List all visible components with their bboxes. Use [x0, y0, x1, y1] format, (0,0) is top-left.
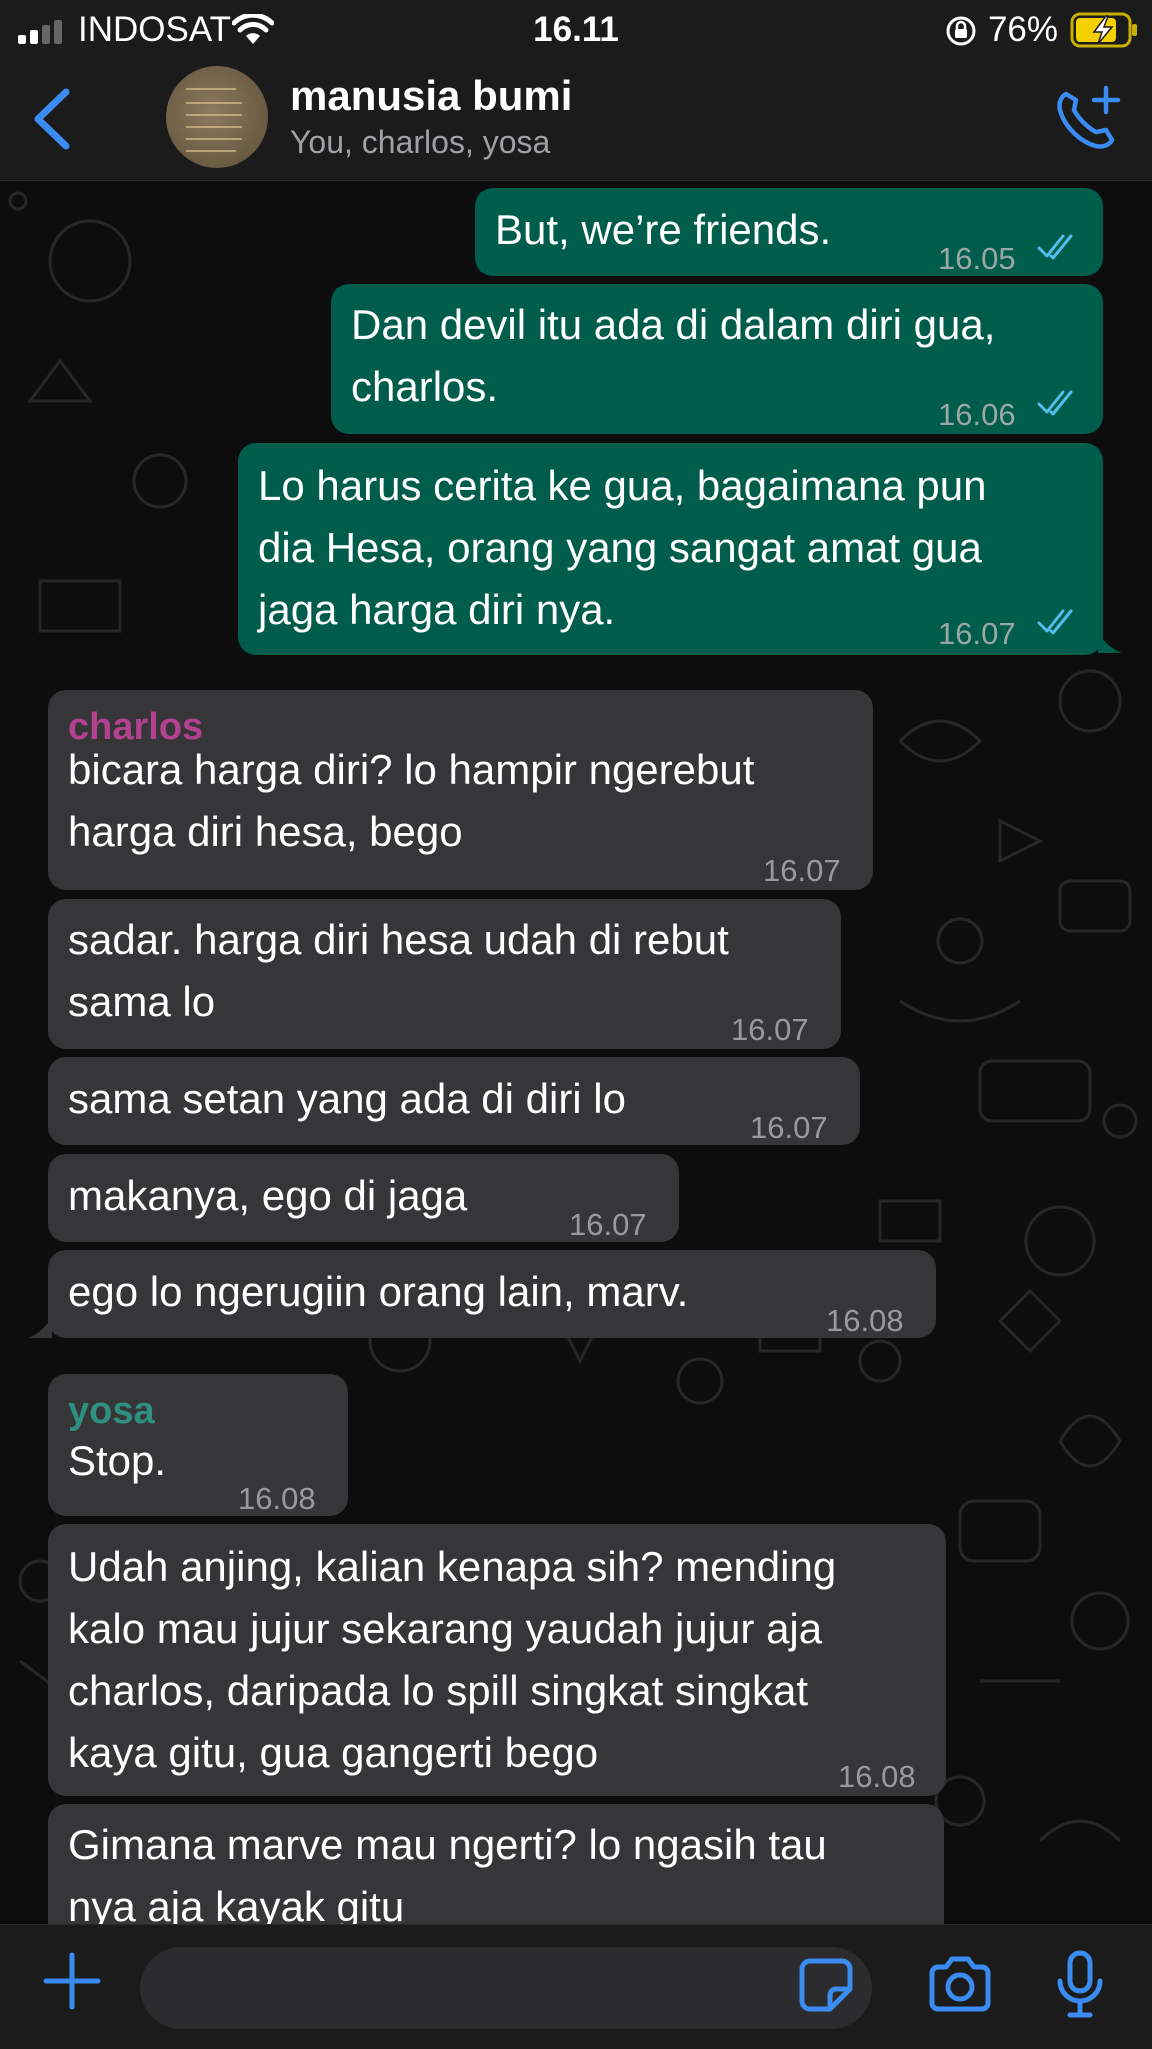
group-members[interactable]: You, charlos, yosa: [290, 124, 550, 161]
read-receipt-icon: [1037, 234, 1073, 260]
message-text: makanya, ego di jaga: [68, 1172, 468, 1219]
read-receipt-icon: [1037, 390, 1073, 416]
message-time: 16.07: [938, 616, 1016, 651]
message-input[interactable]: [140, 1947, 872, 2029]
read-receipt-icon: [1037, 609, 1073, 635]
message-text: Lo harus cerita ke gua, bagaimana pun di…: [258, 462, 987, 633]
compose-bar: [0, 1924, 1152, 2049]
message-incoming[interactable]: charlos bicara harga diri? lo hampir nge…: [48, 690, 873, 890]
message-incoming[interactable]: sadar. harga diri hesa udah di rebut sam…: [48, 899, 841, 1049]
message-incoming[interactable]: Gimana marve mau ngerti? lo ngasih tau n…: [48, 1804, 944, 1924]
group-avatar[interactable]: [166, 66, 268, 168]
message-incoming[interactable]: sama setan yang ada di diri lo 16.07: [48, 1057, 860, 1145]
message-incoming[interactable]: makanya, ego di jaga 16.07: [48, 1154, 679, 1242]
microphone-icon[interactable]: [1054, 1949, 1106, 2021]
message-time: 16.08: [826, 1303, 904, 1338]
message-time: 16.05: [938, 241, 1016, 276]
rotation-lock-icon: [946, 16, 976, 46]
message-incoming[interactable]: ego lo ngerugiin orang lain, marv. 16.08: [48, 1250, 936, 1338]
message-outgoing[interactable]: Lo harus cerita ke gua, bagaimana pun di…: [238, 443, 1103, 655]
message-outgoing[interactable]: But, we’re friends. 16.05: [475, 188, 1103, 276]
bubble-tail: [1098, 631, 1122, 653]
message-incoming[interactable]: yosa Stop. 16.08: [48, 1374, 348, 1516]
message-time: 16.06: [938, 397, 1016, 432]
message-time: 16.08: [238, 1481, 316, 1516]
bubble-tail: [28, 1316, 52, 1338]
back-chevron-icon[interactable]: [30, 86, 74, 152]
message-time: 16.07: [750, 1110, 828, 1145]
message-time: 16.07: [731, 1012, 809, 1047]
message-text: But, we’re friends.: [495, 206, 832, 253]
message-text: Stop.: [68, 1437, 167, 1484]
message-time: 16.08: [834, 1910, 912, 1924]
message-text: Dan devil itu ada di dalam diri gua, cha…: [351, 301, 996, 410]
message-time: 16.07: [763, 853, 841, 888]
message-time: 16.07: [569, 1207, 647, 1242]
message-text: bicara harga diri? lo hampir ngerebut ha…: [68, 746, 755, 855]
group-name[interactable]: manusia bumi: [290, 72, 572, 120]
add-call-icon[interactable]: [1052, 82, 1124, 154]
message-text: ego lo ngerugiin orang lain, marv.: [68, 1268, 689, 1315]
status-bar: INDOSAT 16.11 76%: [0, 0, 1152, 62]
message-list[interactable]: But, we’re friends. 16.05 Dan devil itu …: [0, 181, 1152, 1924]
sticker-icon[interactable]: [796, 1955, 856, 2015]
message-text: Gimana marve mau ngerti? lo ngasih tau n…: [68, 1821, 827, 1924]
plus-icon[interactable]: [40, 1949, 104, 2013]
message-text: Udah anjing, kalian kenapa sih? mending …: [68, 1543, 837, 1776]
message-time: 16.08: [838, 1759, 916, 1794]
message-text: sadar. harga diri hesa udah di rebut sam…: [68, 916, 729, 1025]
clock: 16.11: [533, 10, 619, 49]
message-incoming[interactable]: Udah anjing, kalian kenapa sih? mending …: [48, 1524, 946, 1796]
message-text: sama setan yang ada di diri lo: [68, 1075, 626, 1122]
message-outgoing[interactable]: Dan devil itu ada di dalam diri gua, cha…: [331, 284, 1103, 434]
battery-charging-icon: [1070, 12, 1137, 48]
battery-percentage: 76%: [987, 10, 1058, 49]
chat-header: manusia bumi You, charlos, yosa: [0, 62, 1152, 181]
camera-icon[interactable]: [926, 1955, 994, 2015]
